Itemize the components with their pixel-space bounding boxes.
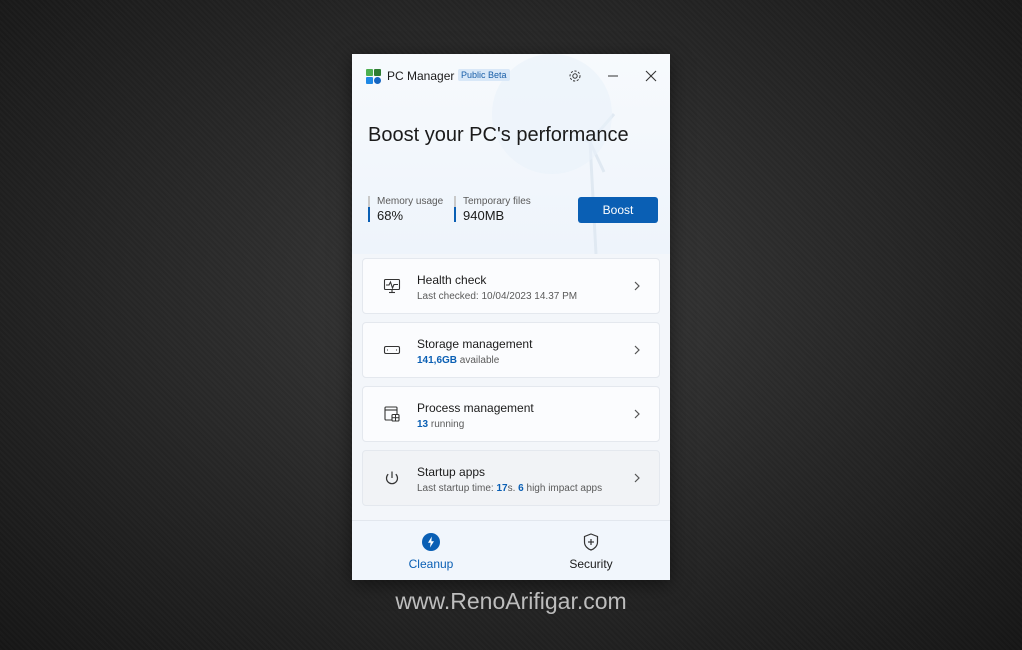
memory-usage-stat: Memory usage 68% (368, 196, 444, 223)
nav-label-cleanup: Cleanup (408, 557, 454, 571)
pc-manager-window: PC Manager Public Beta Boost your PC's p… (352, 54, 670, 580)
minimize-icon (608, 75, 618, 77)
storage-management-subtitle: 141,6GB available (417, 355, 499, 366)
startup-apps-subtitle: Last startup time: 17s. 6 high impact ap… (417, 483, 602, 494)
health-check-subtitle: Last checked: 10/04/2023 14.37 PM (417, 291, 578, 302)
chevron-right-icon (634, 281, 640, 291)
nav-tab-security[interactable]: Security (531, 529, 651, 577)
health-check-title: Health check (417, 273, 487, 287)
storage-available-suffix: available (457, 355, 500, 366)
nav-label-security: Security (569, 557, 613, 571)
high-impact-suffix: high impact apps (523, 483, 603, 494)
close-button[interactable] (641, 66, 661, 86)
process-running-count: 13 (417, 419, 429, 430)
bottom-navigation: Cleanup Security (352, 520, 670, 580)
process-management-card[interactable]: Process management 13 running (362, 386, 660, 442)
close-icon (645, 70, 657, 82)
lightning-icon (422, 533, 440, 551)
chevron-right-icon (634, 473, 640, 483)
process-running-suffix: running (428, 419, 465, 430)
memory-usage-label: Memory usage (377, 196, 444, 207)
storage-management-title: Storage management (417, 337, 533, 351)
app-title: PC Manager (387, 69, 455, 83)
process-management-title: Process management (417, 401, 534, 415)
storage-management-card[interactable]: Storage management 141,6GB available (362, 322, 660, 378)
temporary-files-value: 940MB (463, 208, 505, 223)
startup-apps-card[interactable]: Startup apps Last startup time: 17s. 6 h… (362, 450, 660, 506)
power-icon (385, 471, 399, 485)
storage-available-value: 141,6GB (417, 355, 458, 366)
boost-button[interactable]: Boost (578, 197, 658, 223)
settings-button[interactable] (565, 66, 585, 86)
startup-time-value: 17 (496, 483, 508, 494)
page-headline: Boost your PC's performance (368, 124, 629, 146)
temporary-files-stat: Temporary files 940MB (454, 196, 531, 223)
title-bar: PC Manager Public Beta (352, 54, 670, 98)
startup-apps-title: Startup apps (417, 465, 486, 479)
chevron-right-icon (634, 409, 640, 419)
shield-plus-icon (583, 533, 599, 551)
chevron-right-icon (634, 345, 640, 355)
temporary-files-label: Temporary files (463, 196, 531, 207)
nav-tab-cleanup[interactable]: Cleanup (371, 529, 491, 577)
public-beta-badge: Public Beta (458, 69, 510, 81)
pc-manager-logo-icon (366, 69, 381, 84)
minimize-button[interactable] (603, 66, 623, 86)
process-management-subtitle: 13 running (417, 419, 464, 430)
startup-time-unit: s. (507, 483, 519, 494)
health-check-card[interactable]: Health check Last checked: 10/04/2023 14… (362, 258, 660, 314)
memory-usage-value: 68% (377, 208, 404, 223)
watermark-text: www.RenoArifigar.com (395, 588, 627, 614)
gear-icon (569, 70, 581, 82)
startup-time-label: Last startup time: (417, 483, 497, 494)
health-monitor-icon (383, 278, 401, 294)
storage-drive-icon (383, 345, 401, 355)
process-window-icon (384, 406, 400, 422)
